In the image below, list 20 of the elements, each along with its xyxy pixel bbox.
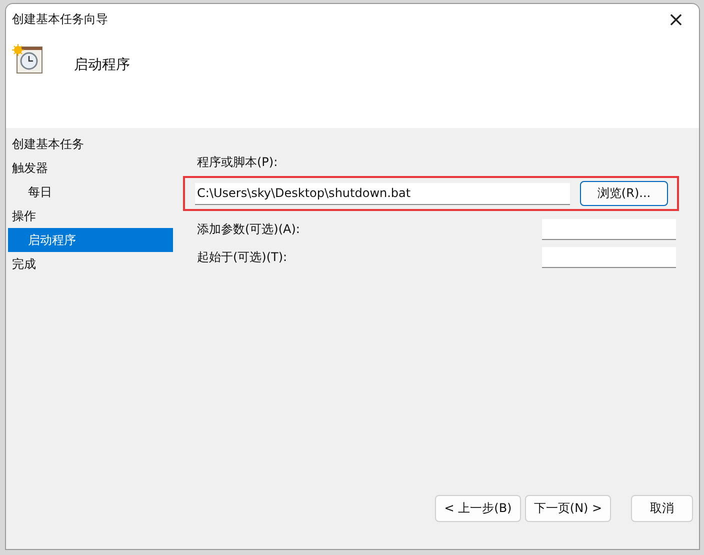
wizard-step[interactable]: 每日 (8, 180, 173, 204)
wizard-button[interactable]: 下一页(N) > (525, 495, 611, 522)
page-heading: 启动程序 (74, 56, 130, 74)
wizard-button[interactable]: < 上一步(B) (435, 495, 521, 522)
wizard-step[interactable]: 创建基本任务 (8, 132, 173, 156)
wizard-step[interactable]: 启动程序 (8, 228, 173, 252)
program-path-field[interactable]: C:\Users\sky\Desktop\shutdown.bat (195, 182, 570, 204)
field-label: 起始于(可选)(T): (196, 248, 288, 266)
wizard-step[interactable]: 触发器 (8, 156, 173, 180)
wizard-button[interactable]: 取消 (631, 495, 693, 522)
window-title: 创建基本任务向导 (12, 10, 108, 28)
input-field[interactable] (542, 218, 676, 240)
input-field[interactable] (542, 246, 676, 268)
field-label: 添加参数(可选)(A): (196, 220, 300, 238)
close-button[interactable]: × (661, 5, 691, 33)
wizard-step[interactable]: 完成 (8, 252, 173, 276)
wizard-step[interactable]: 操作 (8, 204, 173, 228)
browse-button[interactable]: 浏览(R)... (580, 181, 668, 206)
field-label: 程序或脚本(P): (196, 154, 279, 171)
scheduled-task-icon (12, 44, 44, 74)
